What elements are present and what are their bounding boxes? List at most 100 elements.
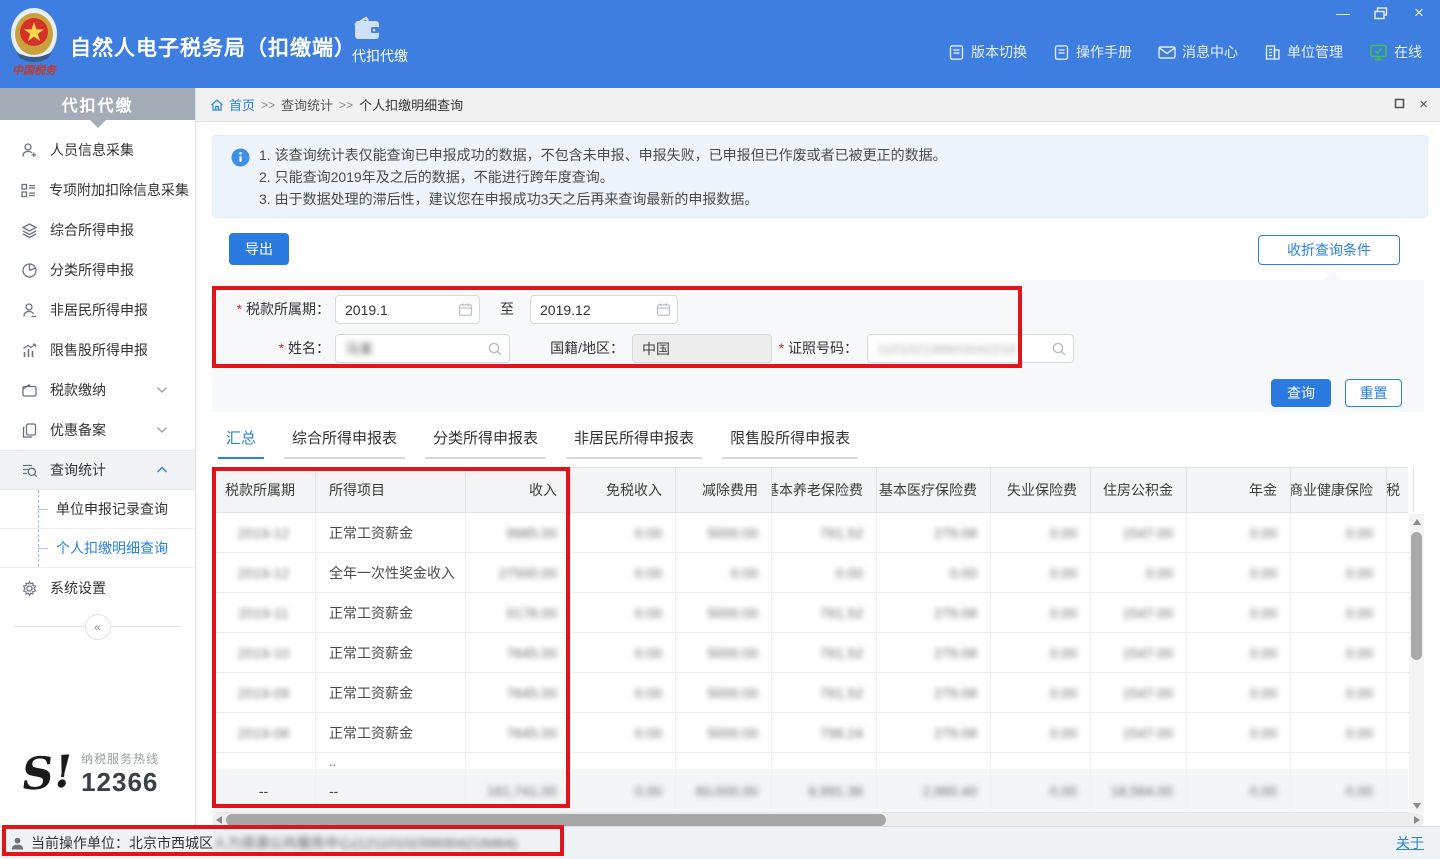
cell: ..: [316, 753, 466, 769]
building-icon: [1264, 44, 1281, 61]
form-list-icon: [20, 181, 37, 199]
minimize-button[interactable]: —: [1332, 4, 1354, 22]
tab-3[interactable]: 非居民所得申报表: [566, 427, 702, 459]
cell: 2,960.40: [877, 769, 991, 813]
cell: 27500.00: [466, 553, 571, 593]
search-icon[interactable]: [1051, 341, 1067, 357]
calendar-icon[interactable]: [656, 302, 671, 317]
id-number-input[interactable]: 110102199903042218: [867, 334, 1074, 363]
sidebar-header: 代扣代缴: [0, 88, 195, 120]
header-menu-item-1[interactable]: 操作手册: [1053, 42, 1132, 62]
layers-icon: [20, 221, 38, 239]
scroll-right-icon[interactable]: [1410, 813, 1424, 826]
online-status[interactable]: 在线: [1369, 42, 1422, 62]
search-button[interactable]: 查询: [1271, 379, 1331, 407]
close-button[interactable]: ×: [1408, 4, 1430, 22]
calendar-icon[interactable]: [458, 302, 473, 317]
column-header-8: 住房公积金: [1091, 468, 1187, 512]
header-menu-item-3[interactable]: 单位管理: [1264, 42, 1343, 62]
export-button[interactable]: 导出: [229, 233, 289, 265]
name-input[interactable]: 马某: [335, 334, 510, 363]
cell: 0.00: [571, 713, 676, 753]
notice-line: 1. 该查询统计表仅能查询已申报成功的数据，不包含未申报、申报失败，已申报但已作…: [259, 144, 1417, 166]
sidebar-collapse-button[interactable]: «: [85, 614, 111, 640]
current-unit-label: 当前操作单位：: [31, 833, 129, 853]
cell: 正常工资薪金: [316, 633, 466, 673]
table-header-row: 税款所属期所得项目收入免税收入减除费用基本养老保险费基本医疗保险费失业保险费住房…: [212, 467, 1408, 513]
sidebar-item-8[interactable]: 查询统计: [0, 450, 195, 490]
cell: 0.00: [991, 513, 1091, 553]
cell: 0.00: [676, 553, 772, 593]
scroll-down-icon[interactable]: [1409, 798, 1424, 813]
header-menu-item-2[interactable]: 消息中心: [1158, 42, 1238, 62]
cell: --: [212, 769, 316, 813]
sidebar-item-4[interactable]: 非居民所得申报: [0, 290, 195, 330]
sidebar-item-6[interactable]: 税款缴纳: [0, 370, 195, 410]
sidebar-item-5[interactable]: 限售股所得申报: [0, 330, 195, 370]
cell: 1547.00: [1091, 713, 1187, 753]
hotline-number: 12366: [81, 767, 159, 798]
vertical-scroll-thumb[interactable]: [1411, 532, 1422, 660]
cell: 7645.00: [466, 673, 571, 713]
column-header-7: 失业保险费: [991, 468, 1091, 512]
chevron-down-icon: [153, 381, 171, 399]
sidebar-subitem-1[interactable]: 个人扣缴明细查询: [0, 529, 195, 568]
cell: 0.00: [1187, 673, 1291, 713]
cell: 0.00: [991, 769, 1091, 813]
cell: [772, 753, 877, 769]
header-menu: 版本切换 操作手册 消息中心 单位管理 在线: [948, 42, 1422, 62]
cell: 0.00: [1187, 713, 1291, 753]
search-icon[interactable]: [487, 341, 503, 357]
cell: 0.00: [1291, 673, 1387, 713]
sidebar-item-1[interactable]: 专项附加扣除信息采集: [0, 170, 195, 210]
table-row-2: 2019-11正常工资薪金9178.000.005000.00761.52279…: [212, 593, 1408, 633]
pane-close-icon[interactable]: ×: [1419, 96, 1428, 113]
cell: 0.00: [991, 633, 1091, 673]
horizontal-scroll-thumb[interactable]: [226, 814, 886, 826]
reset-button[interactable]: 重置: [1345, 379, 1402, 407]
sidebar-item-9[interactable]: 系统设置: [0, 568, 195, 608]
query-panel-notch: [1324, 271, 1342, 280]
app-header: 中国税务 自然人电子税务局（扣缴端） 代扣代缴 版本切换操作手册消息中心单位管理…: [0, 0, 1440, 88]
horizontal-scrollbar[interactable]: [212, 813, 1424, 826]
sidebar-item-0[interactable]: 人员信息采集: [0, 130, 195, 170]
breadcrumb-sep: >>: [261, 98, 275, 112]
cell: 7645.00: [466, 633, 571, 673]
breadcrumb-home[interactable]: 首页: [229, 95, 255, 114]
cell: 2019-08: [212, 713, 316, 753]
page-body: 1. 该查询统计表仅能查询已申报成功的数据，不包含未申报、申报失败，已申报但已作…: [196, 122, 1440, 826]
sidebar-item-7[interactable]: 优惠备案: [0, 410, 195, 450]
module-nav-withholding[interactable]: 代扣代缴: [352, 16, 408, 66]
restore-button[interactable]: [1370, 4, 1392, 22]
cell: 761.52: [772, 673, 877, 713]
cell: [466, 753, 571, 769]
breadcrumb-item[interactable]: 查询统计: [281, 95, 333, 114]
scroll-left-icon[interactable]: [212, 813, 226, 826]
cell: 0.00: [571, 769, 676, 813]
cell: 2019-12: [212, 553, 316, 593]
tab-2[interactable]: 分类所得申报表: [425, 427, 546, 459]
tab-0[interactable]: 汇总: [218, 427, 264, 459]
about-link[interactable]: 关于: [1396, 833, 1424, 853]
sidebar: 代扣代缴 人员信息采集专项附加扣除信息采集综合所得申报分类所得申报非居民所得申报…: [0, 88, 196, 826]
cell: 0.00: [1291, 553, 1387, 593]
header-menu-item-0[interactable]: 版本切换: [948, 42, 1027, 62]
cell: 1547.00: [1091, 673, 1187, 713]
collapse-query-button[interactable]: 收折查询条件: [1258, 235, 1400, 265]
gear-icon: [20, 579, 38, 597]
period-from-input[interactable]: 2019.1: [335, 295, 480, 324]
vertical-scrollbar[interactable]: [1409, 514, 1424, 813]
tab-4[interactable]: 限售股所得申报表: [722, 427, 858, 459]
sidebar-item-2[interactable]: 综合所得申报: [0, 210, 195, 250]
column-header-4: 减除费用: [676, 468, 772, 512]
pane-maximize-icon[interactable]: [1394, 97, 1405, 112]
tab-1[interactable]: 综合所得申报表: [284, 427, 405, 459]
sidebar-subitem-0[interactable]: 单位申报记录查询: [0, 490, 195, 529]
cell: 2019-11: [212, 593, 316, 633]
period-to-input[interactable]: 2019.12: [530, 295, 678, 324]
cell: 2019-12: [212, 513, 316, 553]
sidebar-item-3[interactable]: 分类所得申报: [0, 250, 195, 290]
scroll-up-icon[interactable]: [1409, 514, 1424, 529]
cell: 5000.00: [676, 673, 772, 713]
cell: 9985.00: [466, 513, 571, 553]
